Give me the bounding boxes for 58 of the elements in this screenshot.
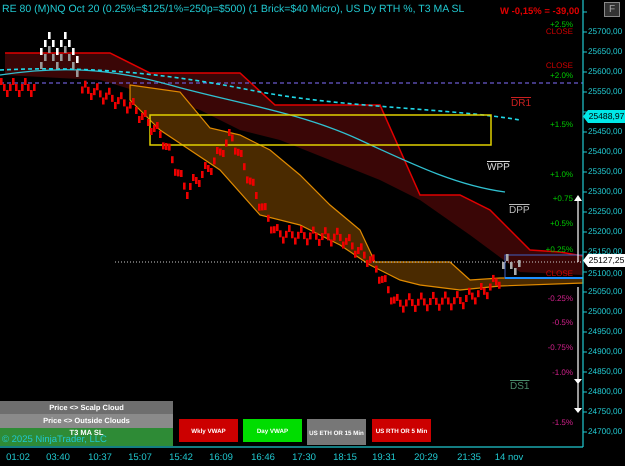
pnl-readout: W -0,15% = -39,00 (500, 6, 580, 17)
time-axis-label: 16:46 (251, 452, 275, 463)
percent-level-label: +1.0% (550, 171, 573, 179)
up-arrow (574, 195, 582, 262)
price-axis-label: 25050,00 (588, 287, 622, 297)
price-axis-label: 25450,00 (588, 127, 622, 137)
percent-level-label: -1.0% (552, 369, 573, 377)
price-axis-label: 25150,00 (588, 247, 622, 257)
price-axis-label: 25100,00 (588, 269, 622, 279)
price-axis-label: 25300,00 (588, 187, 622, 197)
time-axis-label: 20:29 (414, 452, 438, 463)
price-axis-label: 25250,00 (588, 207, 622, 217)
time-axis-label: 19:31 (372, 452, 396, 463)
time-axis-label: 14 nov (494, 452, 524, 463)
pivot-label: WPP (487, 162, 510, 173)
time-axis-label: 15:07 (128, 452, 152, 463)
corner-button[interactable]: F (604, 2, 620, 17)
price-axis-label: 24700,00 (588, 427, 622, 437)
time-axis-label: 10:37 (88, 452, 112, 463)
time-axis-label: 03:40 (46, 452, 70, 463)
time-axis-label: 01:02 (6, 452, 30, 463)
price-axis-label: 25350,00 (588, 167, 622, 177)
close-label: CLOSE (546, 270, 573, 278)
time-axis-label: 17:30 (292, 452, 316, 463)
chart-title: RE 80 (M)NQ Oct 20 (0.25%=$125/1%=250p=$500) (1 Brick=$40 Micro), US Dy RTH %, T3 MA SL (2, 3, 464, 15)
copyright-text: © 2025 NinjaTrader, LLC (2, 434, 107, 445)
pivot-label: DPP (509, 205, 530, 216)
pivot-label: DR1 (511, 98, 532, 109)
percent-level-label: -0.75% (548, 344, 573, 352)
percent-level-label: -0.5% (552, 319, 573, 327)
price-axis-label: 25700,00 (588, 27, 622, 37)
price-axis-label: 24750,00 (588, 407, 622, 417)
pivot-label: DS1 (510, 381, 530, 392)
price-axis-label: 25650,00 (588, 47, 622, 57)
price-axis-label: 24900,00 (588, 347, 622, 357)
percent-level-label: +0.75 (552, 195, 573, 203)
price-axis-label: 25000,00 (588, 307, 622, 317)
close-label: CLOSE (546, 62, 573, 70)
price-axis-label: 25550,00 (588, 87, 622, 97)
time-axis-label: 16:09 (209, 452, 233, 463)
price-axis-label: 25200,00 (588, 227, 622, 237)
price-axis-label: 24950,00 (588, 327, 622, 337)
percent-level-label: +0.5% (550, 220, 573, 228)
price-axis-label: 24850,00 (588, 367, 622, 377)
price-axis-label: 25600,00 (588, 67, 622, 77)
time-axis-label: 21:35 (457, 452, 481, 463)
time-axis-label: 15:42 (169, 452, 193, 463)
percent-level-label: -0.25% (548, 295, 573, 303)
price-axis-label: 25400,00 (588, 147, 622, 157)
percent-level-label: +1.5% (550, 121, 573, 129)
percent-level-label: +2.0% (550, 72, 573, 80)
price-marker-pointer (583, 110, 588, 123)
time-axis-label: 18:15 (333, 452, 357, 463)
percent-level-label: +2.5% (550, 21, 573, 29)
price-axis-label: 24800,00 (588, 387, 622, 397)
percent-level-label: -1.5% (552, 419, 573, 427)
close-label: CLOSE (546, 28, 573, 36)
price-marker-pointer (583, 254, 588, 267)
